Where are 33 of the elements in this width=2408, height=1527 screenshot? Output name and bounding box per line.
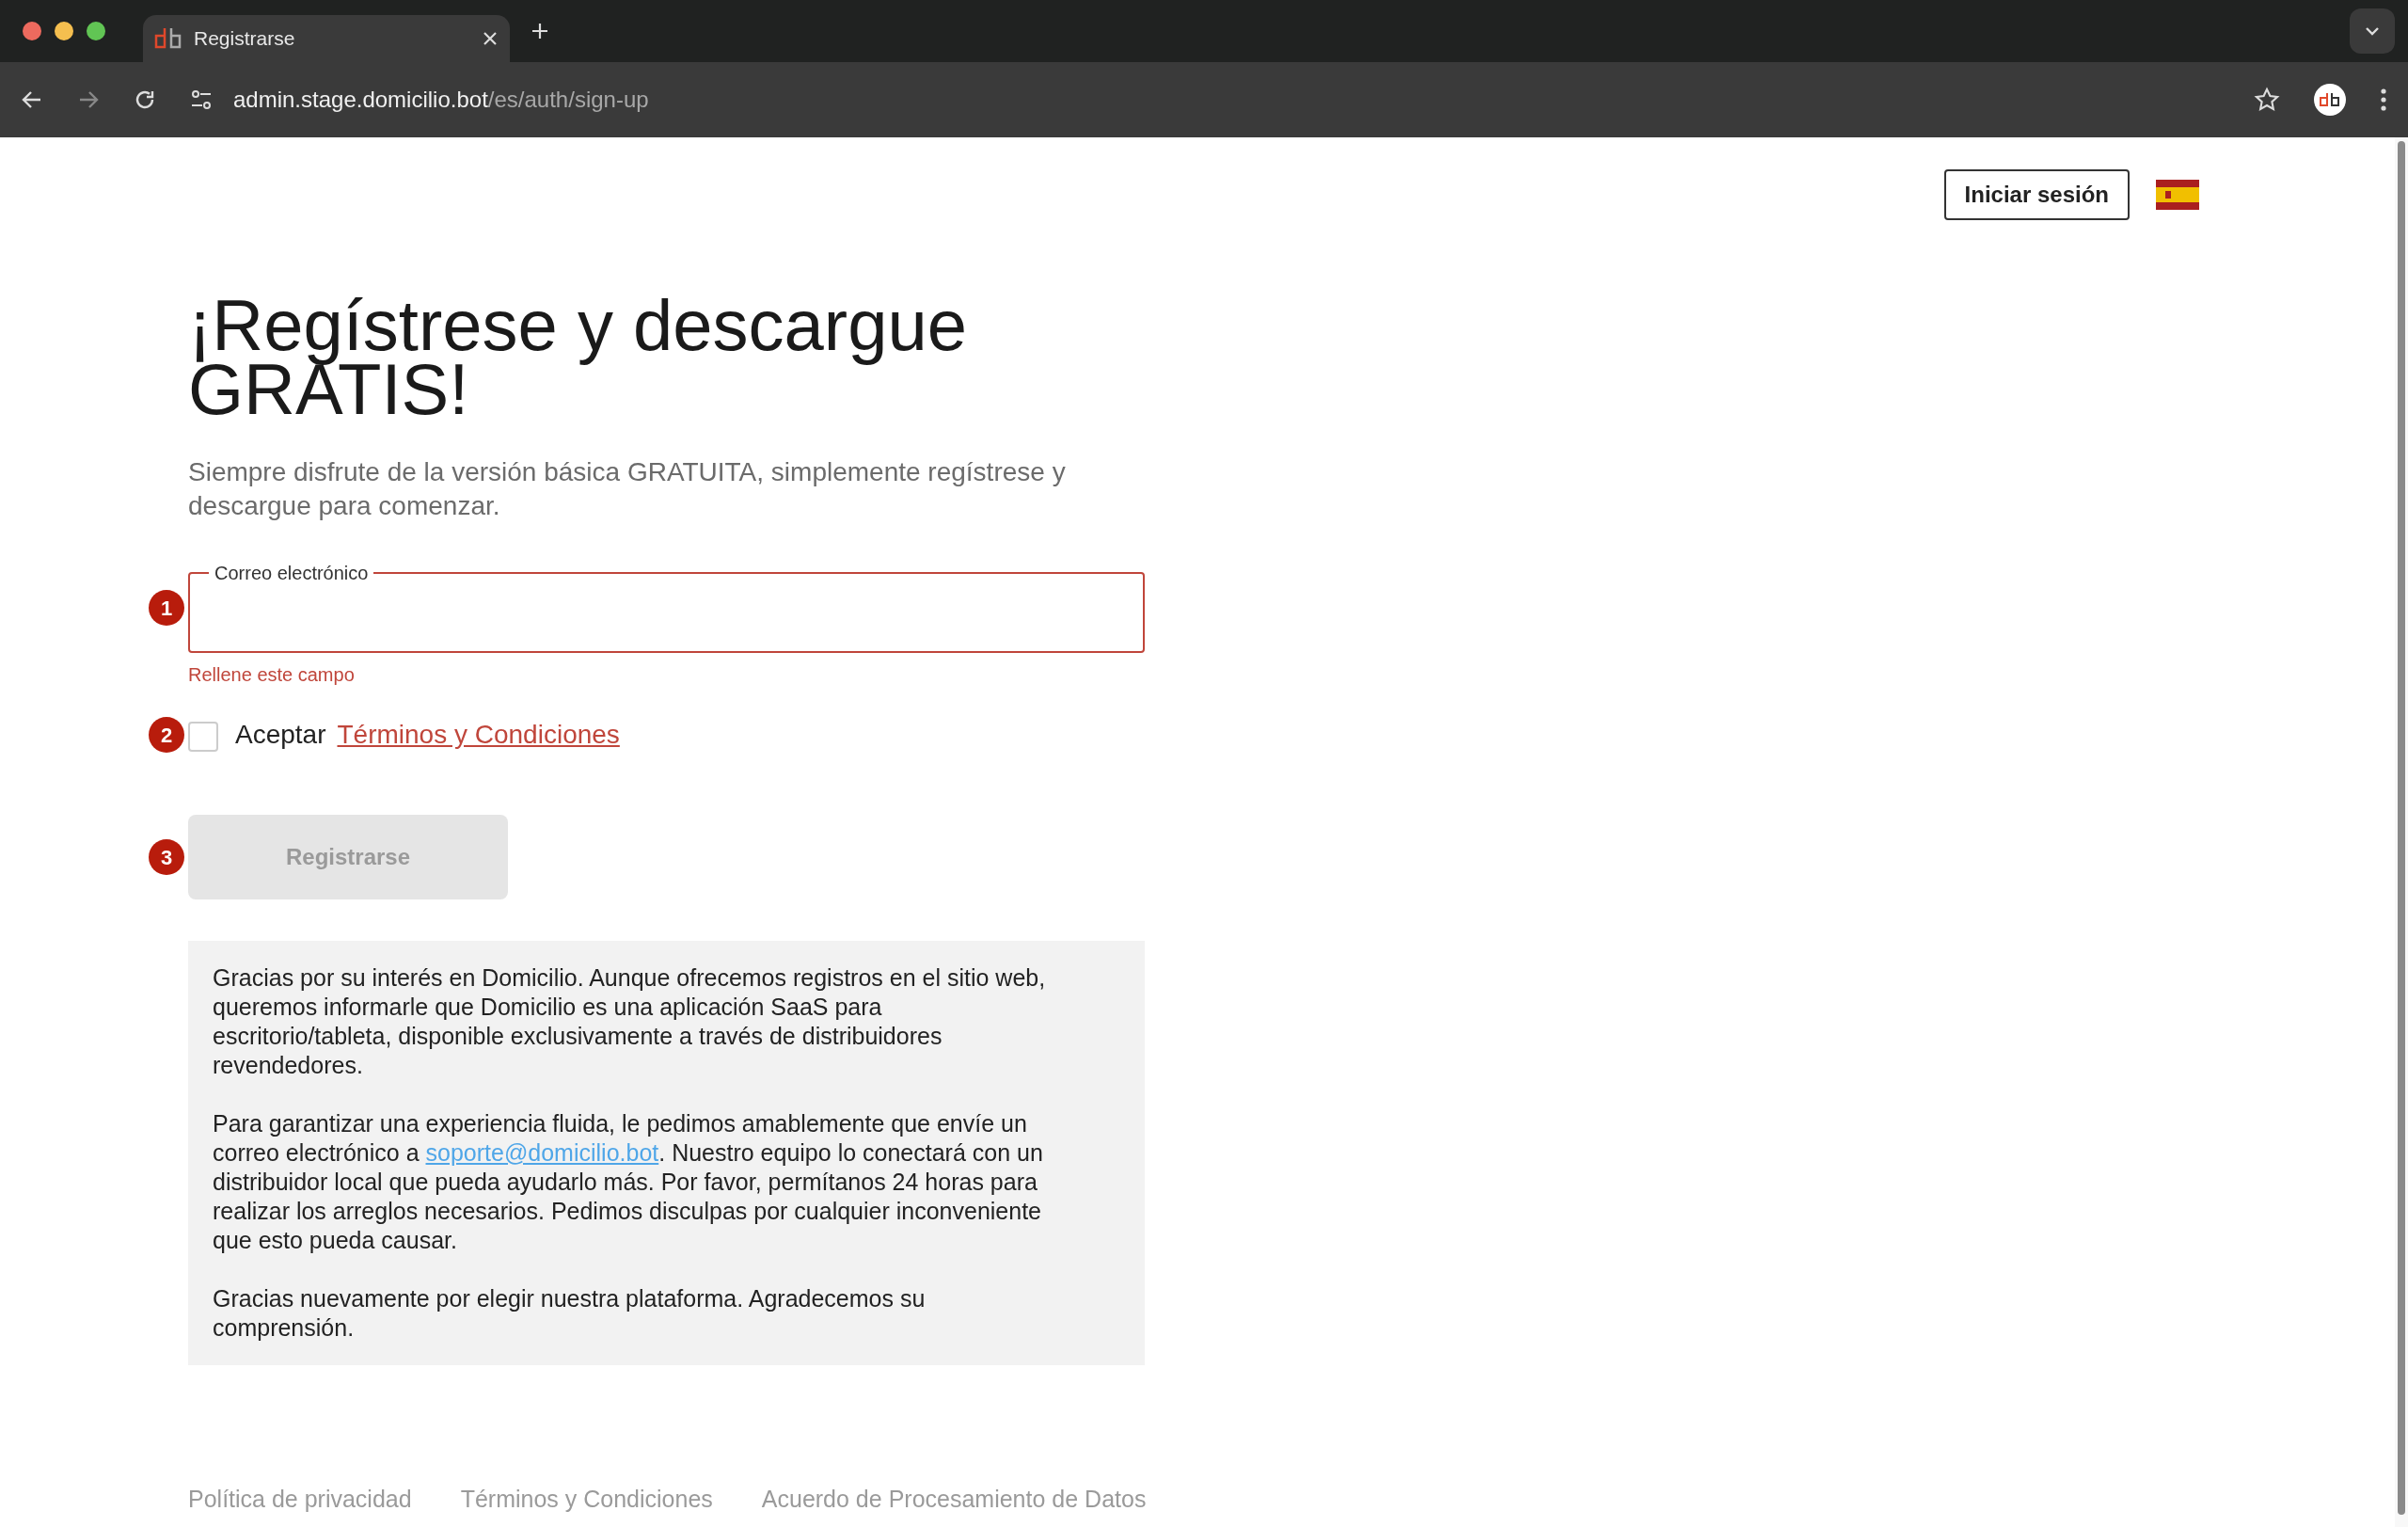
info-paragraph: Gracias nuevamente por elegir nuestra plataforma. Agradecemos su comprensión. xyxy=(213,1284,927,1343)
step-marker: 3 xyxy=(149,839,184,875)
page-heading: ¡Regístrese y descargue GRATIS! xyxy=(188,294,968,422)
star-icon[interactable] xyxy=(2254,87,2280,113)
new-tab-icon[interactable] xyxy=(531,22,549,40)
minimize-window-button[interactable] xyxy=(55,22,73,40)
scrollbar[interactable] xyxy=(2395,137,2408,1527)
site-settings-icon[interactable] xyxy=(190,88,213,111)
error-text: Rellene este campo xyxy=(188,663,356,687)
accept-label: Aceptar xyxy=(235,719,326,751)
email-label: Correo electrónico xyxy=(214,562,370,585)
info-paragraph: Para garantizar una experiencia fluida, le pedimos amablemente que envíe un correo electrónico a soporte@domicilio.bot. Nuestro equipo lo conectará con un distribuidor local que pueda ayudarlo más. Por favor, permítanos 24 horas para realizar los arreglos necesarios. Pedimos disculpas por cualquier inconveniente que esto pueda causar. xyxy=(213,1109,1044,1255)
profile-avatar-icon[interactable] xyxy=(2314,84,2346,116)
close-window-button[interactable] xyxy=(23,22,41,40)
terms-checkbox[interactable] xyxy=(188,722,218,752)
info-paragraph: Gracias por su interés en Domicilio. Aunque ofrecemos registros en el sitio web, queremos informarle que Domicilio es una aplicación SaaS para escritorio/tableta, disponible exclusivamente a través de distribuidores revendedores. xyxy=(213,963,1047,1080)
terms-link[interactable]: Términos y Condiciones xyxy=(337,715,620,755)
chevron-down-icon xyxy=(2364,25,2381,37)
browser-tab[interactable]: Registrarse xyxy=(143,15,510,62)
footer-link[interactable]: Política de privacidad xyxy=(188,1482,412,1518)
close-icon[interactable] xyxy=(482,30,499,47)
footer-link[interactable]: Acuerdo de Procesamiento de Datos xyxy=(761,1482,1147,1518)
footer-link[interactable]: Términos y Condiciones xyxy=(460,1482,713,1518)
reload-icon[interactable] xyxy=(134,88,156,111)
subtitle-text: Siempre disfrute de la versión básica GRATUITA, simplemente regístrese y descargue para comenzar. xyxy=(188,456,1067,522)
menu-icon[interactable] xyxy=(2380,87,2387,112)
spain-flag-icon[interactable] xyxy=(2156,180,2199,210)
logo-icon xyxy=(154,26,182,51)
login-button[interactable]: Iniciar sesión xyxy=(1943,169,2130,220)
tab-title: Registrarse xyxy=(194,26,296,52)
step-marker: 2 xyxy=(149,717,184,753)
step-marker: 1 xyxy=(149,590,184,626)
maximize-window-button[interactable] xyxy=(87,22,105,40)
